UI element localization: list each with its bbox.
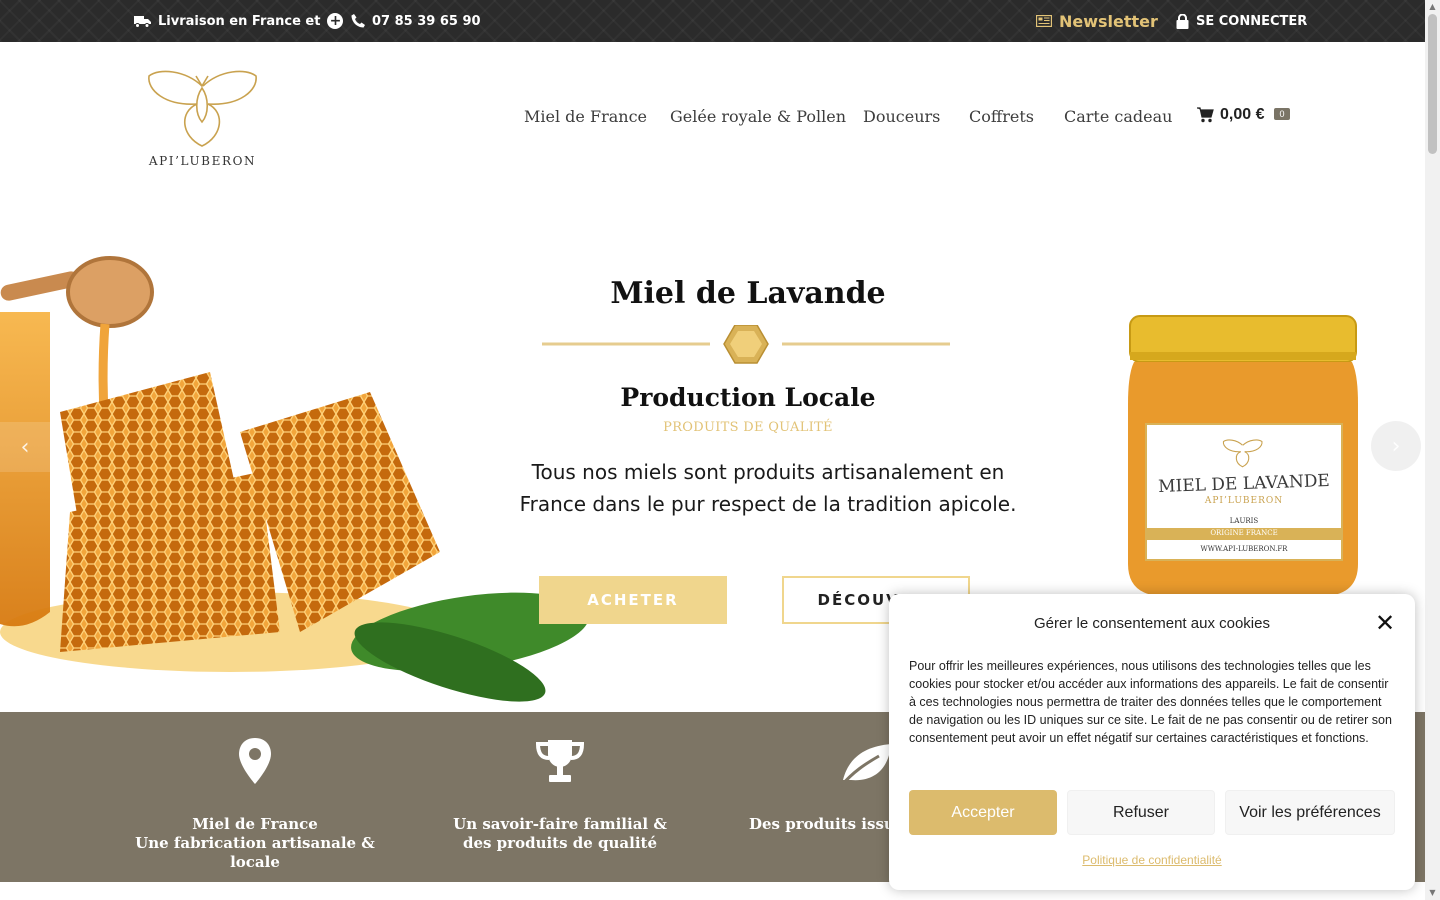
scroll-up-icon[interactable]: ▲	[1428, 2, 1437, 11]
leaf-icon	[839, 744, 891, 787]
phone-icon	[351, 14, 365, 28]
nav-miel-de-france[interactable]: Miel de France	[524, 107, 647, 126]
nav-gelee-royale-pollen[interactable]: Gelée royale & Pollen	[670, 107, 846, 126]
nav-carte-cadeau[interactable]: Carte cadeau	[1064, 107, 1172, 126]
cookie-consent-panel: Gérer le consentement aux cookies ✕ Pour…	[889, 594, 1415, 890]
hero-title: Miel de Lavande	[610, 276, 886, 311]
hexagon-divider-icon	[542, 325, 950, 364]
login-label: SE CONNECTER	[1196, 13, 1308, 29]
feature-text: Miel de France Une fabrication artisanal…	[135, 815, 375, 871]
chevron-right-icon: ›	[1391, 433, 1401, 459]
delivery-text: Livraison en France et	[158, 13, 321, 29]
cart-amount: 0,00 €	[1220, 106, 1265, 123]
jar-label-brand: API’LUBERON	[1204, 496, 1284, 506]
privacy-policy-link[interactable]: Politique de confidentialité	[889, 853, 1415, 867]
top-bar: Livraison en France et + 07 85 39 65 90 …	[0, 0, 1425, 42]
close-icon[interactable]: ✕	[1373, 611, 1397, 636]
jar-label-url: WWW.API-LUBERON.FR	[1200, 545, 1288, 553]
cookie-body: Pour offrir les meilleures expériences, …	[909, 659, 1392, 745]
trophy-icon	[535, 740, 585, 782]
scroll-down-icon[interactable]: ▼	[1428, 888, 1437, 897]
scrollbar-thumb[interactable]	[1428, 14, 1437, 154]
cart-count-badge: 0	[1274, 108, 1290, 120]
hero-text: Tous nos miels sont produits artisanalem…	[519, 460, 1017, 516]
buy-button[interactable]: ACHETER	[539, 576, 727, 624]
cart-link[interactable]: 0,00 € 0	[1197, 106, 1290, 124]
logo[interactable]: API’LUBERON	[145, 66, 260, 170]
shopping-cart-icon	[1197, 107, 1214, 123]
phone-info[interactable]: 07 85 39 65 90	[351, 0, 481, 42]
jar-label-place: LAURIS	[1229, 517, 1259, 525]
refuse-button[interactable]: Refuser	[1067, 790, 1215, 835]
delivery-info[interactable]: Livraison en France et +	[134, 0, 344, 42]
nav-douceurs[interactable]: Douceurs	[863, 107, 940, 126]
bee-logo-icon	[148, 70, 257, 147]
nav-coffrets[interactable]: Coffrets	[969, 107, 1034, 126]
lock-icon	[1176, 13, 1189, 29]
login-link[interactable]: SE CONNECTER	[1176, 0, 1307, 42]
phone-number: 07 85 39 65 90	[372, 13, 481, 29]
site-header: API’LUBERON Miel de France Gelée royale …	[0, 42, 1425, 192]
cookie-title: Gérer le consentement aux cookies	[1034, 615, 1270, 632]
map-pin-icon	[239, 738, 271, 784]
preferences-button[interactable]: Voir les préférences	[1225, 790, 1395, 835]
chevron-left-icon: ‹	[20, 434, 30, 460]
jar-label-origin: ORIGINE FRANCE	[1210, 529, 1278, 537]
honey-jar-image: MIEL DE LAVANDE API’LUBERON LAURIS ORIGI…	[1126, 314, 1360, 596]
jar-illustration	[1128, 315, 1358, 596]
accept-button[interactable]: Accepter	[909, 790, 1057, 835]
slider-prev-button[interactable]: ‹	[0, 422, 50, 472]
plus-icon[interactable]: +	[327, 13, 344, 29]
newsletter-label: Newsletter	[1059, 11, 1158, 31]
slider-next-button[interactable]: ›	[1371, 421, 1421, 471]
truck-icon	[134, 15, 151, 28]
logo-text: API’LUBERON	[148, 154, 257, 168]
newsletter-link[interactable]: Newsletter	[1036, 0, 1158, 42]
page-scrollbar[interactable]: ▲ ▼	[1425, 0, 1440, 900]
newspaper-icon	[1036, 15, 1052, 27]
feature-text: Un savoir-faire familial & des produits …	[453, 815, 667, 852]
